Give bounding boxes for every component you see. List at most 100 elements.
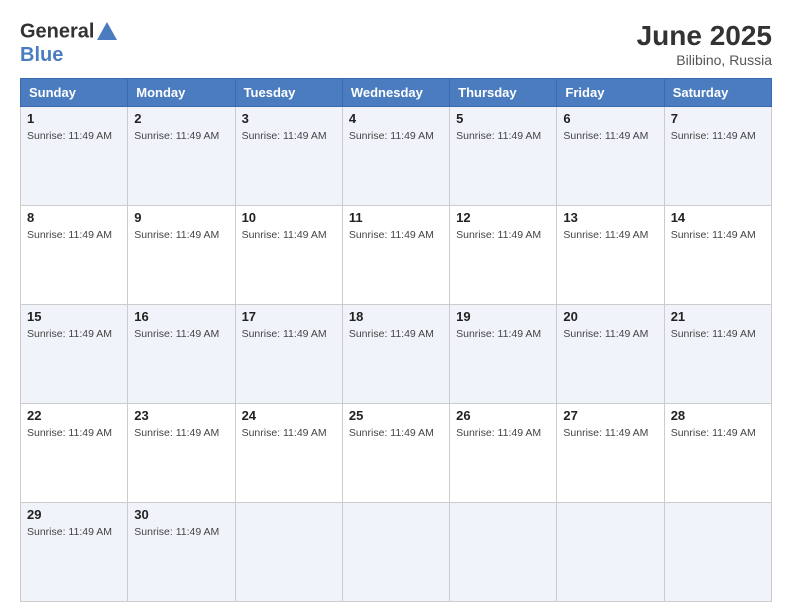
logo: General Blue [20,20,119,66]
calendar-week-row: 15Sunrise: 11:49 AM16Sunrise: 11:49 AM17… [21,305,772,404]
table-row: 23 Sunrise: 11:49 AM [128,404,235,503]
col-thursday: Thursday [450,79,557,107]
table-row: 4Sunrise: 11:49 AM [342,107,449,206]
cell-day-number: 19 [456,309,550,324]
cell-day-number: 28 [671,408,765,423]
cell-day-number: 4 [349,111,443,126]
cell-day-number: 21 [671,309,765,324]
cell-day-number: 5 [456,111,550,126]
cell-sunrise-time: Sunrise: 11:49 AM [671,328,756,340]
table-row: 9 Sunrise: 11:49 AM [128,206,235,305]
cell-day-number: 27 [563,408,657,423]
cell-sunrise-time: Sunrise: 11:49 AM [456,130,541,142]
table-row: 2 Sunrise: 11:49 AM [128,107,235,206]
cell-day-number: 24 [242,408,336,423]
cell-day-number: 25 [349,408,443,423]
calendar-week-row: 22 Sunrise: 11:49 AM 23 Sunrise: 11:49 AM 24… [21,404,772,503]
cell-sunrise-time: Sunrise: 11:49 AM [349,427,434,439]
table-row: 27 Sunrise: 11:49 AM [557,404,664,503]
cell-sunrise-time: Sunrise: 11:49 AM [27,427,112,439]
table-row: 1Sunrise: 11:49 AM [21,107,128,206]
cell-sunrise-time: Sunrise: 11:49 AM [242,130,327,142]
cell-sunrise-time: Sunrise: 11:49 AM [563,328,648,340]
header: General Blue June 2025 Bilibino, Russia [20,20,772,68]
cell-day-number: 11 [349,210,443,225]
table-row: 19 Sunrise: 11:49 AM [450,305,557,404]
logo-blue: Blue [20,44,119,66]
table-row: 13 Sunrise: 11:49 AM [557,206,664,305]
table-row: 5 Sunrise: 11:49 AM [450,107,557,206]
cell-sunrise-time: Sunrise: 11:49 AM [27,130,112,142]
table-row: 3 Sunrise: 11:49 AM [235,107,342,206]
table-row: 25 Sunrise: 11:49 AM [342,404,449,503]
table-row: 15 Sunrise: 11:49 AM [21,305,128,404]
cell-day-number: 30 [134,507,228,522]
cell-sunrise-time: Sunrise: 11:49 AM [134,526,219,538]
cell-day-number: 18 [349,309,443,324]
table-row: 6 Sunrise: 11:49 AM [557,107,664,206]
table-row: 14Sunrise: 11:49 AM [664,206,771,305]
cell-sunrise-time: Sunrise: 11:49 AM [134,328,219,340]
calendar-header: Sunday Monday Tuesday Wednesday Thursday… [21,79,772,107]
location: Bilibino, Russia [637,52,772,68]
calendar-week-row: 1Sunrise: 11:49 AM 2 Sunrise: 11:49 AM 3 Sun… [21,107,772,206]
cell-day-number: 9 [134,210,228,225]
table-row: 11 Sunrise: 11:49 AM [342,206,449,305]
table-row: 10 Sunrise: 11:49 AM [235,206,342,305]
cell-day-number: 23 [134,408,228,423]
table-row: 7Sunrise: 11:49 AM [664,107,771,206]
col-monday: Monday [128,79,235,107]
cell-sunrise-time: Sunrise: 11:49 AM [563,229,648,241]
cell-day-number: 12 [456,210,550,225]
table-row: 18 Sunrise: 11:49 AM [342,305,449,404]
table-row: 30 Sunrise: 11:49 AM [128,503,235,602]
col-saturday: Saturday [664,79,771,107]
cell-sunrise-time: Sunrise: 11:49 AM [456,427,541,439]
cell-sunrise-time: Sunrise: 11:49 AM [27,229,112,241]
cell-sunrise-time: Sunrise: 11:49 AM [563,427,648,439]
table-row: 26Sunrise: 11:49 AM [450,404,557,503]
cell-sunrise-time: Sunrise: 11:49 AM [456,328,541,340]
cell-day-number: 6 [563,111,657,126]
table-row: 16 Sunrise: 11:49 AM [128,305,235,404]
calendar-table: Sunday Monday Tuesday Wednesday Thursday… [20,78,772,602]
cell-sunrise-time: Sunrise: 11:49 AM [349,328,434,340]
table-row [342,503,449,602]
cell-day-number: 15 [27,309,121,324]
cell-sunrise-time: Sunrise: 11:49 AM [349,229,434,241]
table-row: 12Sunrise: 11:49 AM [450,206,557,305]
cell-day-number: 13 [563,210,657,225]
table-row: 22 Sunrise: 11:49 AM [21,404,128,503]
col-friday: Friday [557,79,664,107]
logo-general: General [20,20,94,42]
table-row: 20Sunrise: 11:49 AM [557,305,664,404]
table-row [235,503,342,602]
col-sunday: Sunday [21,79,128,107]
cell-sunrise-time: Sunrise: 11:49 AM [242,229,327,241]
cell-sunrise-time: Sunrise: 11:49 AM [671,427,756,439]
cell-sunrise-time: Sunrise: 11:49 AM [134,229,219,241]
cell-sunrise-time: Sunrise: 11:49 AM [242,328,327,340]
cell-day-number: 10 [242,210,336,225]
title-block: June 2025 Bilibino, Russia [637,20,772,68]
cell-sunrise-time: Sunrise: 11:49 AM [563,130,648,142]
cell-day-number: 2 [134,111,228,126]
cell-sunrise-time: Sunrise: 11:49 AM [134,427,219,439]
cell-day-number: 3 [242,111,336,126]
weekday-header-row: Sunday Monday Tuesday Wednesday Thursday… [21,79,772,107]
table-row: 29Sunrise: 11:49 AM [21,503,128,602]
table-row [450,503,557,602]
table-row: 17 Sunrise: 11:49 AM [235,305,342,404]
table-row: 24Sunrise: 11:49 AM [235,404,342,503]
cell-day-number: 22 [27,408,121,423]
table-row [557,503,664,602]
cell-sunrise-time: Sunrise: 11:49 AM [27,328,112,340]
col-wednesday: Wednesday [342,79,449,107]
table-row [664,503,771,602]
col-tuesday: Tuesday [235,79,342,107]
cell-sunrise-time: Sunrise: 11:49 AM [27,526,112,538]
table-row: 28 Sunrise: 11:49 AM [664,404,771,503]
cell-day-number: 16 [134,309,228,324]
cell-sunrise-time: Sunrise: 11:49 AM [134,130,219,142]
cell-day-number: 17 [242,309,336,324]
